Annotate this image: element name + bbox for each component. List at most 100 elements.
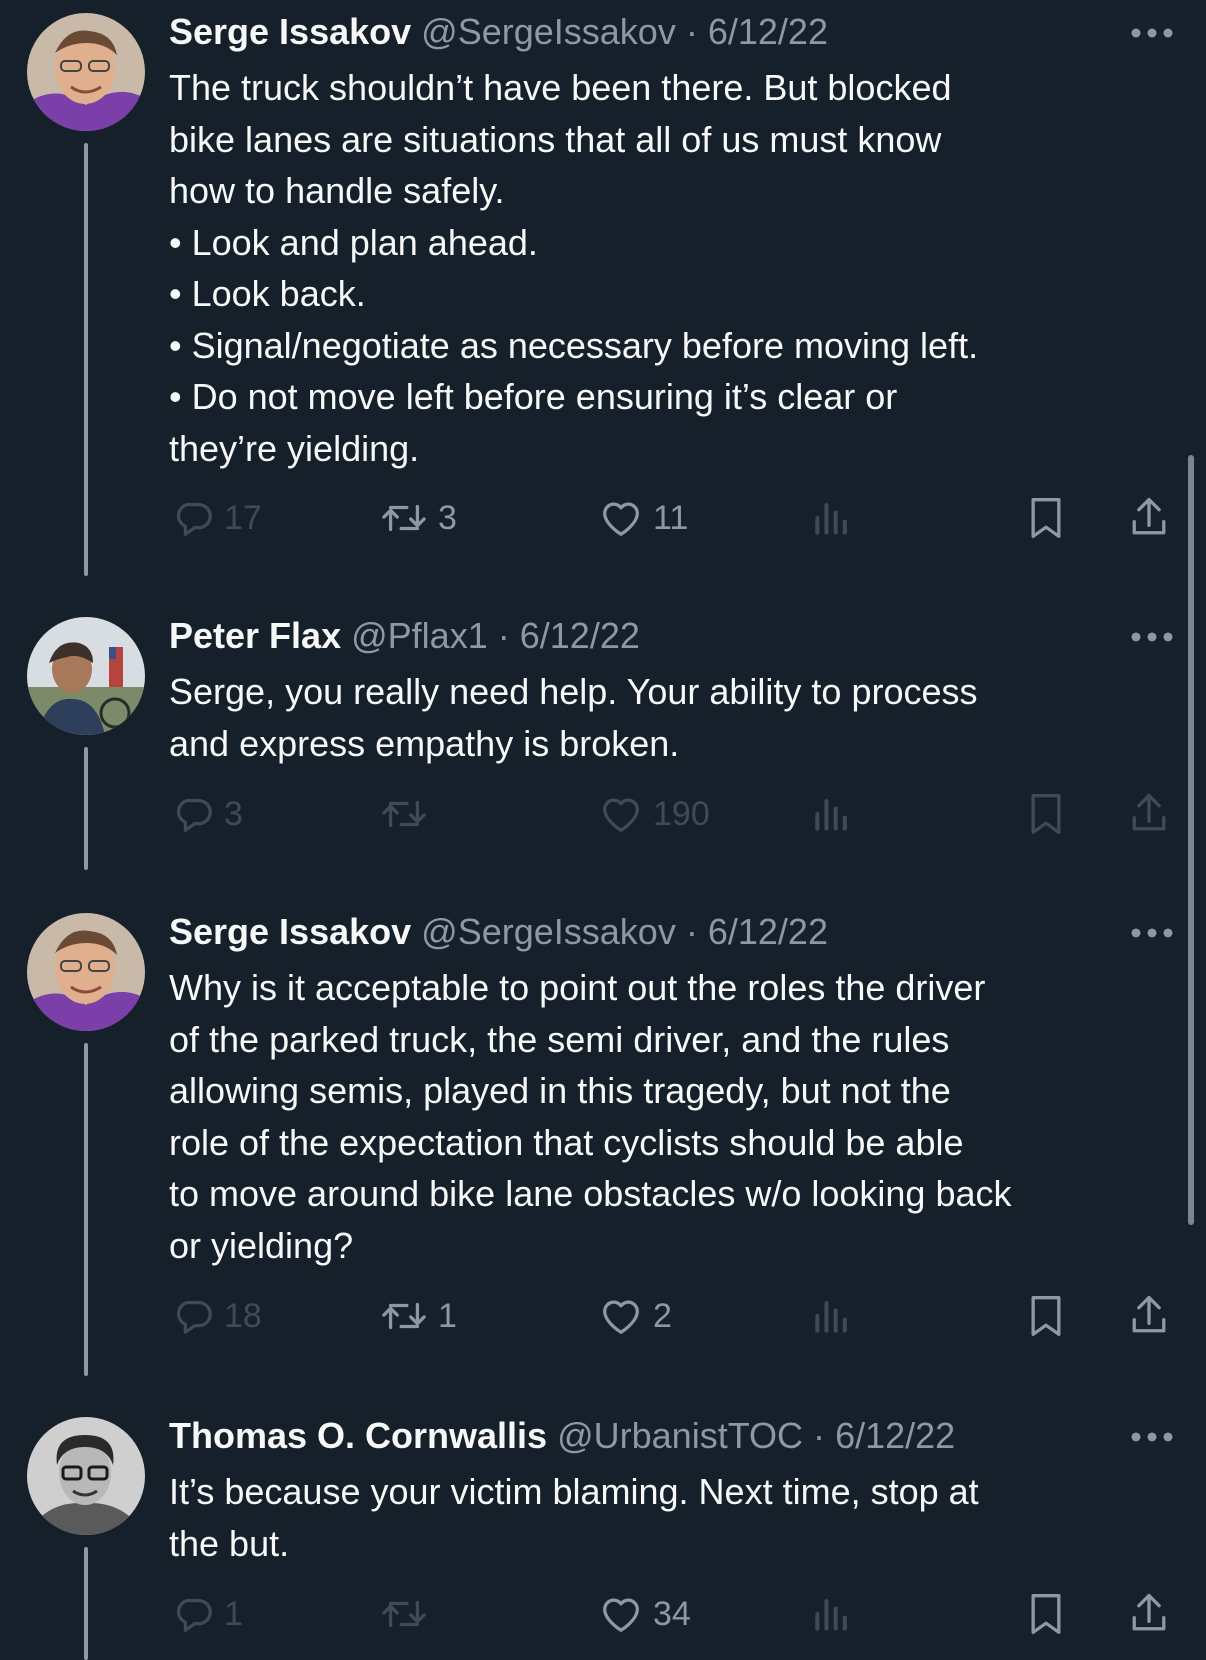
heart-icon xyxy=(603,798,639,832)
bookmark-icon xyxy=(1031,794,1061,834)
share-button[interactable] xyxy=(1126,490,1172,546)
tweet-text-line: Why is it acceptable to point out the ro… xyxy=(169,967,986,1008)
more-options-button[interactable] xyxy=(1130,26,1174,40)
author-name[interactable]: Peter Flax xyxy=(169,615,341,656)
reply-button[interactable]: 17 xyxy=(170,490,262,546)
tweet-text-line: • Look back. xyxy=(169,273,366,314)
tweet-text: It’s because your victim blaming. Next t… xyxy=(169,1466,1169,1569)
tweet[interactable]: Thomas O. Cornwallis @UrbanistTOC · 6/12… xyxy=(0,1404,1206,1660)
action-bar: 17 3 11 xyxy=(0,490,1206,546)
person-avatar-icon xyxy=(27,617,145,735)
bookmark-button[interactable] xyxy=(1024,786,1068,842)
author-handle[interactable]: @Pflax1 xyxy=(351,615,488,656)
reply-count: 17 xyxy=(224,498,262,537)
share-button[interactable] xyxy=(1126,786,1172,842)
more-options-button[interactable] xyxy=(1130,926,1174,940)
reply-button[interactable]: 1 xyxy=(170,1586,243,1642)
tweet-text-line: to move around bike lane obstacles w/o l… xyxy=(169,1173,1012,1214)
reply-icon xyxy=(176,1598,212,1632)
share-icon xyxy=(1132,793,1166,831)
tweet-date[interactable]: 6/12/22 xyxy=(708,911,828,952)
share-button[interactable] xyxy=(1126,1586,1172,1642)
bookmark-icon xyxy=(1031,498,1061,538)
tweet-text-line: the but. xyxy=(169,1522,290,1564)
tweet-date[interactable]: 6/12/22 xyxy=(520,615,640,656)
avatar[interactable] xyxy=(27,1417,145,1535)
separator-dot: · xyxy=(685,11,698,52)
tweet-date[interactable]: 6/12/22 xyxy=(835,1415,955,1456)
like-button[interactable]: 190 xyxy=(597,786,710,842)
reply-count: 3 xyxy=(224,794,243,833)
separator-dot: · xyxy=(813,1415,826,1456)
tweet-text-line: and express empathy is broken. xyxy=(169,722,680,764)
more-options-button[interactable] xyxy=(1130,630,1174,644)
avatar[interactable] xyxy=(27,13,145,131)
tweet-text-line: of the parked truck, the semi driver, an… xyxy=(169,1018,950,1060)
reply-button[interactable]: 18 xyxy=(170,1288,262,1344)
heart-icon xyxy=(603,1598,639,1632)
tweet-header: Serge Issakov @SergeIssakov · 6/12/22 xyxy=(169,910,828,954)
more-icon xyxy=(1131,1432,1173,1442)
tweet-text-line: how to handle safely. xyxy=(169,170,505,211)
tweet-text-line: • Signal/negotiate as necessary before m… xyxy=(169,324,979,366)
tweet[interactable]: Peter Flax @Pflax1 · 6/12/22 Serge, you … xyxy=(0,604,1206,874)
like-button[interactable]: 11 xyxy=(597,490,688,546)
author-name[interactable]: Serge Issakov xyxy=(169,11,411,52)
share-icon xyxy=(1132,1593,1166,1631)
analytics-icon xyxy=(815,1301,847,1333)
tweet[interactable]: Serge Issakov @SergeIssakov · 6/12/22 Th… xyxy=(0,0,1206,580)
tweet-header: Thomas O. Cornwallis @UrbanistTOC · 6/12… xyxy=(169,1414,955,1458)
separator-dot: · xyxy=(497,615,510,656)
more-icon xyxy=(1131,928,1173,938)
tweet-text-line: or yielding? xyxy=(169,1224,354,1266)
reply-icon xyxy=(176,798,212,832)
bookmark-button[interactable] xyxy=(1024,1586,1068,1642)
tweet-text-line: role of the expectation that cyclists sh… xyxy=(169,1121,964,1163)
separator-dot: · xyxy=(685,911,698,952)
retweet-button[interactable] xyxy=(378,1586,438,1642)
author-name[interactable]: Serge Issakov xyxy=(169,911,411,952)
reply-button[interactable]: 3 xyxy=(170,786,243,842)
like-button[interactable]: 2 xyxy=(597,1288,672,1344)
author-handle[interactable]: @UrbanistTOC xyxy=(557,1415,803,1456)
tweet-header: Serge Issakov @SergeIssakov · 6/12/22 xyxy=(169,10,828,54)
like-count: 11 xyxy=(653,498,689,537)
tweet-date[interactable]: 6/12/22 xyxy=(708,11,828,52)
retweet-icon xyxy=(382,1600,426,1628)
avatar[interactable] xyxy=(27,913,145,1031)
bookmark-button[interactable] xyxy=(1024,1288,1068,1344)
author-handle[interactable]: @SergeIssakov xyxy=(421,11,676,52)
bookmark-icon xyxy=(1031,1296,1061,1336)
views-button[interactable] xyxy=(810,786,854,842)
like-count: 34 xyxy=(653,1594,691,1633)
conversation-thread: Serge Issakov @SergeIssakov · 6/12/22 Th… xyxy=(0,0,1206,1660)
retweet-button[interactable] xyxy=(378,786,438,842)
reply-icon xyxy=(176,502,212,536)
heart-icon xyxy=(603,502,639,536)
action-bar: 18 1 2 xyxy=(0,1288,1206,1344)
scrollbar[interactable] xyxy=(1188,455,1194,1225)
views-button[interactable] xyxy=(810,1586,854,1642)
tweet[interactable]: Serge Issakov @SergeIssakov · 6/12/22 Wh… xyxy=(0,900,1206,1380)
action-bar: 3 190 xyxy=(0,786,1206,842)
bookmark-button[interactable] xyxy=(1024,490,1068,546)
share-button[interactable] xyxy=(1126,1288,1172,1344)
action-bar: 1 34 xyxy=(0,1586,1206,1642)
person-avatar-icon xyxy=(27,1417,145,1535)
views-button[interactable] xyxy=(810,490,854,546)
more-options-button[interactable] xyxy=(1130,1430,1174,1444)
like-button[interactable]: 34 xyxy=(597,1586,691,1642)
author-name[interactable]: Thomas O. Cornwallis xyxy=(169,1415,547,1456)
author-handle[interactable]: @SergeIssakov xyxy=(421,911,676,952)
person-avatar-icon xyxy=(27,913,145,1031)
more-icon xyxy=(1131,28,1173,38)
bookmark-icon xyxy=(1031,1594,1061,1634)
retweet-icon xyxy=(382,504,426,532)
retweet-button[interactable]: 3 xyxy=(378,490,457,546)
reply-count: 18 xyxy=(224,1296,262,1335)
views-button[interactable] xyxy=(810,1288,854,1344)
like-count: 2 xyxy=(653,1296,672,1335)
avatar[interactable] xyxy=(27,617,145,735)
analytics-icon xyxy=(815,799,847,831)
retweet-button[interactable]: 1 xyxy=(378,1288,457,1344)
